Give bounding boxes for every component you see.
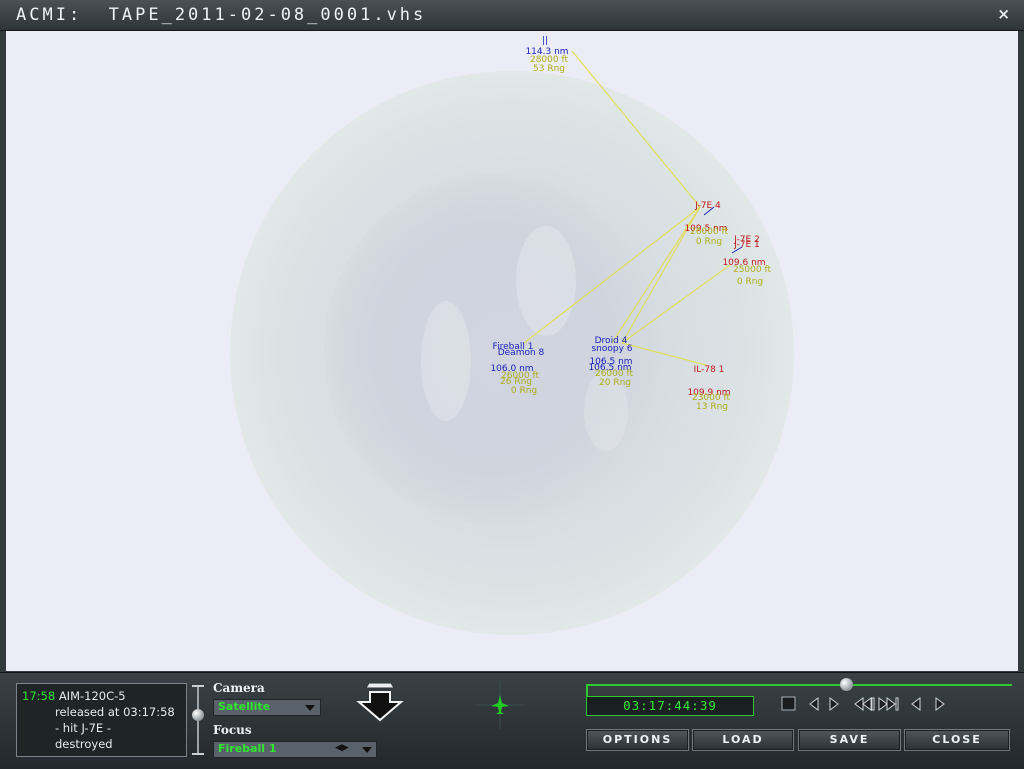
contact-label: J-7E 1 bbox=[733, 240, 760, 250]
play-icon[interactable] bbox=[829, 697, 839, 711]
frame-back-icon[interactable] bbox=[911, 697, 921, 711]
timeline-knob[interactable] bbox=[839, 678, 853, 691]
load-button[interactable]: LOAD bbox=[692, 729, 794, 751]
contact-altitude: 25000 ft bbox=[733, 265, 772, 275]
contact-rng-2: 0 Rng bbox=[511, 386, 537, 396]
contact-altitude: 26000 ft bbox=[690, 227, 729, 237]
aircraft-compass-icon bbox=[476, 681, 524, 729]
stop-icon[interactable] bbox=[781, 696, 796, 711]
playback-time: 03:17:44:39 bbox=[623, 698, 717, 713]
contact-rng: 53 Rng bbox=[533, 64, 565, 74]
contact-rng: 13 Rng bbox=[696, 402, 728, 412]
camera-label: Camera bbox=[213, 681, 265, 695]
window-title: ACMI: TAPE_2011-02-08_0001.vhs bbox=[16, 5, 427, 25]
event-weapon: AIM-120C-5 bbox=[58, 689, 126, 703]
camera-value: Satellite bbox=[218, 700, 271, 713]
event-line-3: - hit J-7E - bbox=[55, 721, 111, 735]
event-time: 17:58 bbox=[22, 689, 56, 703]
contact-rng: 20 Rng bbox=[599, 378, 631, 388]
event-log-box: 17:58 AIM-120C-5 released at 03:17:58 - … bbox=[16, 683, 187, 757]
contact-north[interactable]: || 114.3 nm 28000 ft 53 Rng bbox=[525, 36, 568, 74]
contact-label: J-7E 4 bbox=[694, 201, 721, 211]
contact-label: || bbox=[542, 36, 548, 46]
frame-forward-icon[interactable] bbox=[935, 697, 945, 711]
contact-rng: 0 Rng bbox=[696, 237, 722, 247]
contact-label-2: Deamon 8 bbox=[498, 348, 545, 358]
event-line-2: released at 03:17:58 bbox=[55, 705, 175, 719]
fast-forward-icon[interactable] bbox=[878, 697, 899, 711]
focus-value: Fireball 1 bbox=[218, 742, 277, 755]
close-button[interactable]: CLOSE bbox=[904, 729, 1010, 751]
camera-down-arrow-icon[interactable] bbox=[356, 680, 404, 724]
timeline-track[interactable] bbox=[586, 684, 1012, 686]
rewind-icon[interactable] bbox=[854, 697, 875, 711]
close-window-icon[interactable]: × bbox=[997, 5, 1010, 23]
tactical-3d-view[interactable]: || 114.3 nm 28000 ft 53 Rng J-7E 4 109.5… bbox=[6, 31, 1018, 671]
save-button[interactable]: SAVE bbox=[798, 729, 901, 751]
playback-time-display: 03:17:44:39 bbox=[586, 696, 754, 716]
event-scroll-slider[interactable] bbox=[191, 683, 205, 757]
event-line-4: destroyed bbox=[55, 737, 113, 751]
timeline-start-tick bbox=[586, 684, 588, 696]
focus-label: Focus bbox=[213, 723, 252, 737]
title-bar: ACMI: TAPE_2011-02-08_0001.vhs × bbox=[0, 0, 1024, 31]
chevron-down-icon[interactable] bbox=[362, 747, 372, 753]
event-scroll-knob[interactable] bbox=[192, 709, 204, 721]
camera-dropdown[interactable]: Satellite bbox=[213, 699, 321, 716]
chevron-down-icon[interactable] bbox=[305, 705, 315, 711]
contact-label: IL-78 1 bbox=[694, 365, 725, 375]
acmi-window: ACMI: TAPE_2011-02-08_0001.vhs × || 114.… bbox=[0, 0, 1024, 769]
focus-dropdown[interactable]: Fireball 1 ◀▶ bbox=[213, 741, 377, 758]
step-back-icon[interactable] bbox=[809, 697, 819, 711]
options-button[interactable]: OPTIONS bbox=[586, 729, 689, 751]
transport-controls bbox=[781, 696, 945, 711]
tactical-scene: || 114.3 nm 28000 ft 53 Rng J-7E 4 109.5… bbox=[230, 36, 794, 635]
contact-label-2: snoopy 6 bbox=[591, 344, 632, 354]
contact-rng: 0 Rng bbox=[737, 277, 763, 287]
event-line-1: 17:58 AIM-120C-5 bbox=[22, 689, 126, 703]
focus-cycle-icon[interactable]: ◀▶ bbox=[335, 743, 349, 753]
